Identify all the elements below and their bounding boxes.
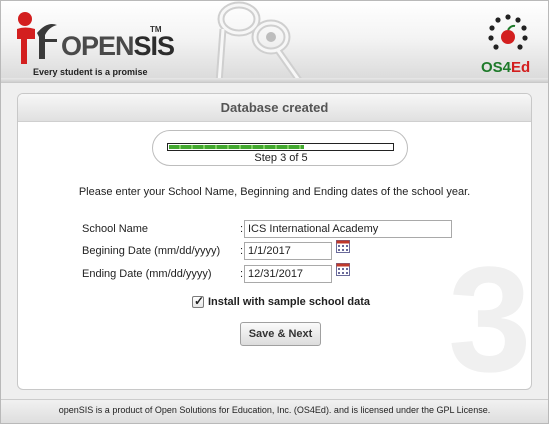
student-figure-icon [17,12,57,64]
opensis-logo: OPENSIS TM Every student is a promise [13,9,175,79]
end-date-input[interactable] [244,265,332,283]
begin-calendar-icon[interactable] [336,240,350,253]
school-name-label: School Name [82,223,149,235]
panel-title: Database created [18,94,531,122]
end-calendar-icon[interactable] [336,263,350,276]
progress-indicator: Step 3 of 5 [152,130,408,166]
field-colon: : [240,268,244,280]
begin-date-label: Begining Date (mm/dd/yyyy) [82,245,221,257]
field-colon: : [240,245,244,257]
field-colon: : [240,223,244,235]
school-name-input[interactable] [244,220,452,238]
logo-tagline: Every student is a promise [33,67,148,77]
header-banner: OPENSIS TM Every student is a promise OS… [1,1,548,83]
step-watermark: 3 [448,235,532,390]
instruction-text: Please enter your School Name, Beginning… [78,186,471,198]
save-next-button[interactable]: Save & Next [240,322,321,346]
keys-icon [215,1,304,82]
footer-license: openSIS is a product of Open Solutions f… [1,399,548,423]
os4ed-logo: OS4Ed [473,11,543,79]
progress-fill [169,145,304,149]
step-label: Step 3 of 5 [254,152,308,164]
end-date-label: Ending Date (mm/dd/yyyy) [82,268,212,280]
sample-data-label[interactable]: Install with sample school data [208,296,370,308]
apple-badge-icon [488,14,528,50]
sample-data-checkbox[interactable] [192,294,204,308]
trademark-mark: TM [150,25,162,34]
setup-panel: Database created 3 Step 3 of 5 Please en… [17,93,532,390]
begin-date-input[interactable] [244,242,332,260]
progress-bar [167,143,394,151]
installer-window: OPENSIS TM Every student is a promise OS… [0,0,549,424]
os4ed-wordmark: OS4Ed [481,59,531,76]
logo-wordmark: OPENSIS [61,31,175,61]
